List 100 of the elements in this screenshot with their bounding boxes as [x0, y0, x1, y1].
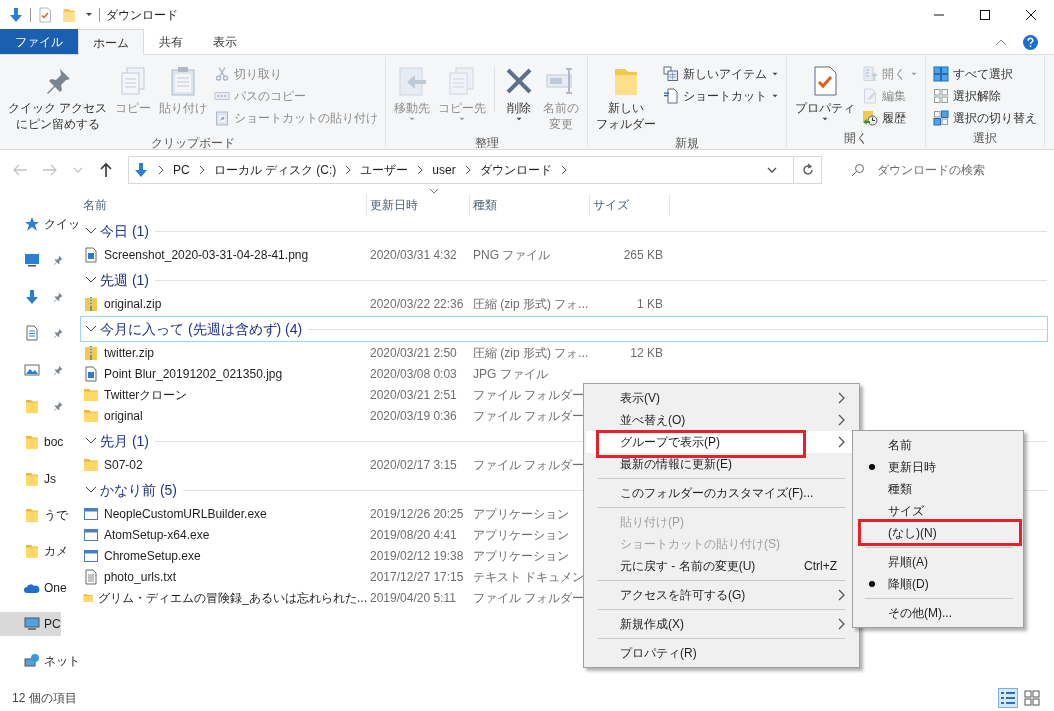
path-segment[interactable]: ローカル ディスク (C:) [209, 161, 341, 179]
menu-item[interactable]: 更新日時 [855, 456, 1021, 478]
file-name[interactable]: グリム・ディエムの冒険録_あるいは忘れられた... [80, 587, 367, 608]
maximize-icon[interactable] [979, 9, 991, 21]
menu-item[interactable]: 種類 [855, 478, 1021, 500]
path-segment[interactable]: PC [169, 161, 194, 179]
date-text: 2020/03/08 0:03 [370, 365, 457, 383]
collapse-ribbon-icon[interactable] [995, 38, 1007, 46]
ribbon-button[interactable]: 履歴 [859, 107, 922, 129]
edit-icon [862, 88, 879, 104]
file-name[interactable]: NeopleCustomURLBuilder.exe [80, 503, 367, 524]
menu-item[interactable]: 新規作成(X) [586, 613, 857, 635]
file-name[interactable]: Twitterクローン [80, 384, 367, 405]
image-file-icon [83, 365, 99, 382]
file-name[interactable]: original.zip [80, 293, 367, 314]
ribbon-button[interactable]: 選択の切り替え [930, 107, 1041, 129]
ribbon-button[interactable]: クイック アクセス にピン留めする [4, 63, 112, 135]
collapse-chevron-icon [85, 325, 97, 333]
ribbon-button[interactable]: プロパティ [791, 63, 860, 129]
refresh-icon[interactable] [800, 163, 815, 177]
path-segment[interactable]: ユーザー [356, 161, 413, 179]
ribbon-button[interactable]: 選択解除 [930, 85, 1041, 107]
ribbon-button[interactable]: すべて選択 [930, 63, 1041, 85]
date-text: 2019/12/26 20:25 [370, 505, 464, 523]
help-icon[interactable] [1023, 34, 1038, 50]
menu-item[interactable]: サイズ [855, 500, 1021, 522]
ribbon-button[interactable]: 新しいアイテム [660, 63, 783, 85]
file-name[interactable]: twitter.zip [80, 342, 367, 363]
tiles-view-icon [1024, 690, 1040, 706]
computer-icon [24, 616, 40, 633]
document-arrow-icon [396, 65, 429, 97]
type-text: ファイル フォルダー [473, 589, 585, 607]
menu-item[interactable]: その他(M)... [855, 602, 1021, 624]
file-name[interactable]: S07-02 [80, 454, 367, 475]
column-header[interactable]: サイズ [590, 194, 670, 216]
details-view-icon [1000, 690, 1016, 706]
ribbon-button[interactable]: 新しい フォルダー [592, 63, 661, 135]
file-name[interactable]: original [80, 405, 367, 426]
chevron-icon [559, 165, 568, 175]
ribbon-button[interactable]: 削除 [499, 63, 540, 135]
history-icon [862, 110, 879, 126]
menu-item[interactable]: アクセスを許可する(G) [586, 584, 857, 606]
ribbon-tab[interactable]: 共有 [144, 29, 198, 54]
folder-icon [24, 507, 40, 523]
nav-item[interactable]: boc [0, 430, 64, 455]
folder-icon [24, 470, 40, 487]
group-label: 開く [843, 130, 870, 147]
group-label: 選択 [972, 130, 999, 147]
group-header[interactable]: 今月に入って (先週は含めず) (4) [80, 316, 1048, 342]
window-title: ダウンロード [106, 7, 178, 24]
chevron-icon [197, 165, 206, 175]
menu-item[interactable]: 並べ替え(O) [586, 409, 857, 431]
menu-item[interactable]: プロパティ(R) [586, 642, 857, 664]
column-header[interactable]: 種類 [470, 194, 590, 216]
nav-item[interactable]: Js [0, 466, 56, 491]
view-button[interactable] [1022, 688, 1042, 708]
select-all-icon [933, 66, 950, 82]
nav-item[interactable]: PC [0, 612, 61, 637]
shortcut-label: Ctrl+Z [804, 558, 838, 575]
menu-item[interactable]: 昇順(A) [855, 551, 1021, 573]
chevron-icon [416, 165, 425, 175]
close-icon[interactable] [1025, 9, 1037, 21]
column-header[interactable]: 更新日時 [367, 194, 470, 216]
nav-item[interactable]: One [0, 575, 67, 600]
nav-item[interactable]: クイッ [0, 212, 80, 236]
nav-item[interactable]: ネット [0, 648, 80, 673]
pictures-icon [24, 361, 40, 378]
file-name[interactable]: Screenshot_2020-03-31-04-28-41.png [80, 244, 367, 265]
group-header[interactable]: 先週 (1) [80, 267, 1048, 293]
search-field[interactable]: ダウンロードの検索 [841, 156, 1001, 184]
nav-item[interactable]: うで [0, 503, 68, 527]
caret-icon[interactable] [85, 12, 93, 18]
ribbon-button[interactable]: ショートカット [660, 85, 783, 107]
column-header[interactable]: 名前 [80, 194, 367, 216]
download-icon [24, 288, 40, 305]
dropdown-chevron-icon[interactable] [767, 166, 777, 174]
ribbon-tab[interactable]: ホーム [78, 29, 144, 55]
menu-item[interactable]: 表示(V) [586, 387, 857, 409]
file-name[interactable]: photo_urls.txt [80, 566, 367, 587]
network-icon [24, 652, 40, 669]
path-segment[interactable]: user [428, 161, 460, 179]
ribbon-tab[interactable]: ファイル [0, 29, 78, 54]
menu-item[interactable]: 降順(D) [855, 573, 1021, 595]
view-button[interactable] [998, 688, 1018, 708]
group-label: 新規 [674, 135, 701, 153]
zip-folder-icon [83, 344, 99, 361]
file-name[interactable]: Point Blur_20191202_021350.jpg [80, 363, 367, 384]
chevron-icon [157, 165, 165, 175]
star-icon [24, 216, 40, 232]
ribbon-tab[interactable]: 表示 [198, 29, 252, 54]
date-text: 2020/03/21 2:50 [370, 344, 457, 362]
date-text: 2020/02/17 3:15 [370, 456, 457, 474]
application-icon [83, 547, 99, 564]
group-header[interactable]: 今日 (1) [80, 218, 1048, 244]
nav-item[interactable]: カメ [0, 539, 68, 564]
path-segment[interactable]: ダウンロード [475, 161, 556, 179]
up-arrow-icon[interactable] [98, 162, 114, 178]
file-name[interactable]: AtomSetup-x64.exe [80, 524, 367, 545]
file-name[interactable]: ChromeSetup.exe [80, 545, 367, 566]
menu-item[interactable]: 名前 [855, 434, 1021, 456]
